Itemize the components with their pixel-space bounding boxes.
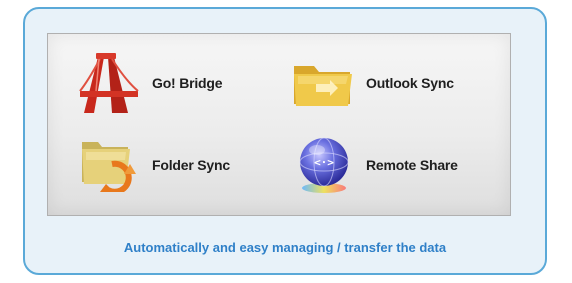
feature-label-outlook-sync: Outlook Sync: [366, 75, 454, 91]
bridge-icon: [79, 53, 139, 113]
feature-remote-share: <·> Remote Share: [288, 130, 508, 200]
outlook-folder-icon: [294, 66, 352, 106]
feature-panel: Go! Bridge Outlook Sync Folder Sync <·> …: [47, 33, 511, 216]
feature-go-bridge: Go! Bridge: [78, 48, 278, 118]
feature-label-go-bridge: Go! Bridge: [152, 75, 223, 91]
card-caption: Automatically and easy managing / transf…: [123, 240, 447, 255]
remote-share-globe-icon: <·>: [299, 137, 349, 193]
feature-folder-sync: Folder Sync: [78, 130, 278, 200]
feature-outlook-sync: Outlook Sync: [288, 48, 508, 118]
feature-label-folder-sync: Folder Sync: [152, 157, 230, 173]
folder-sync-icon: [82, 142, 136, 192]
feature-label-remote-share: Remote Share: [366, 157, 458, 173]
svg-text:<·>: <·>: [314, 156, 334, 169]
